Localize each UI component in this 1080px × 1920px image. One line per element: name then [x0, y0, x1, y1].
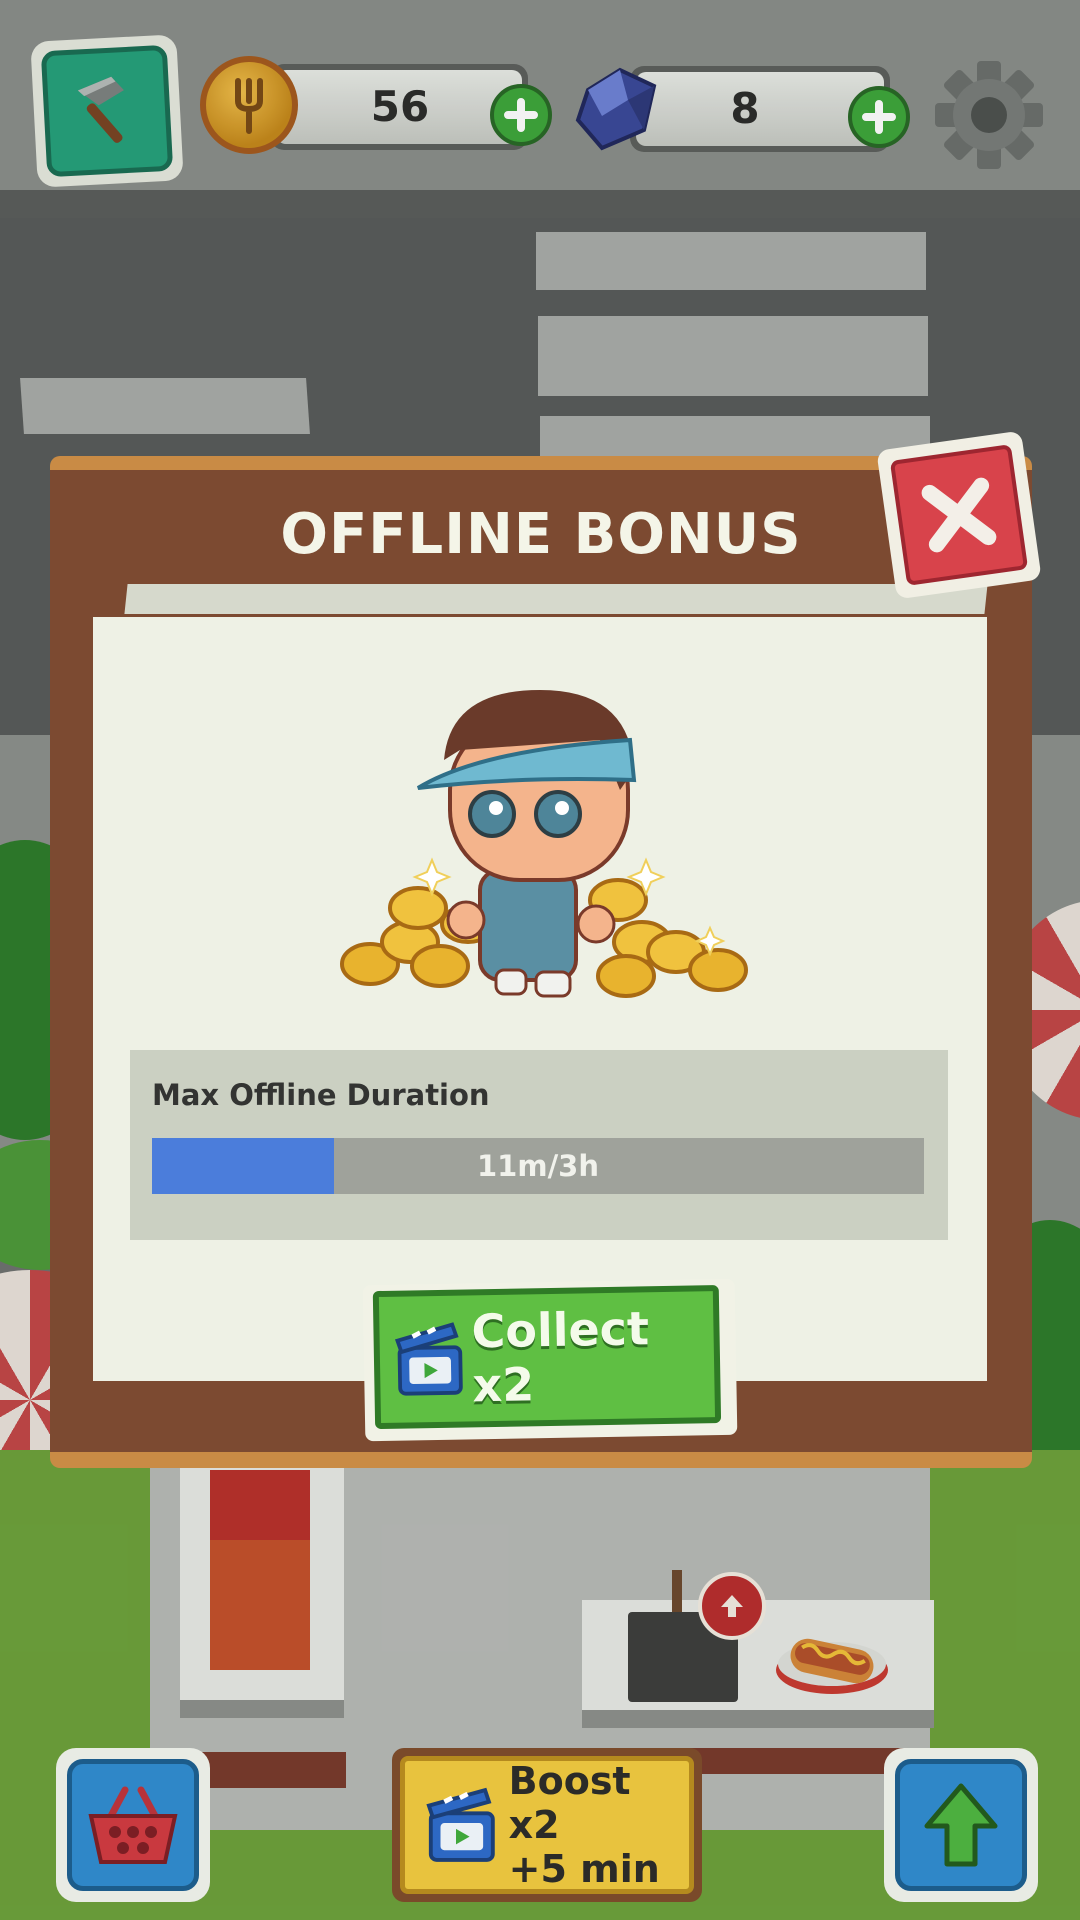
shop-button[interactable] — [56, 1748, 210, 1902]
boost-multiplier: Boost x2 — [508, 1759, 631, 1847]
chef-character-image — [340, 690, 748, 998]
duration-value: 11m/3h — [477, 1149, 599, 1183]
close-button-face — [889, 444, 1029, 586]
clapperboard-icon — [426, 1787, 495, 1862]
duration-label: Max Offline Duration — [152, 1078, 490, 1112]
close-button[interactable] — [876, 430, 1042, 600]
shop-button-face — [67, 1759, 199, 1891]
paper-edge — [124, 584, 988, 614]
boost-button-face: Boost x2 +5 min — [400, 1756, 694, 1894]
upgrade-button-face — [895, 1759, 1027, 1891]
boost-button[interactable]: Boost x2 +5 min — [392, 1748, 702, 1902]
boost-duration: +5 min — [508, 1847, 660, 1891]
arrow-up-icon — [924, 1783, 998, 1867]
close-icon — [921, 477, 997, 553]
collect-button-label: Collect x2 — [471, 1301, 650, 1413]
duration-progress-bar: 11m/3h — [152, 1138, 924, 1194]
boost-text: Boost x2 +5 min — [509, 1759, 689, 1891]
offline-duration-panel: Max Offline Duration 11m/3h — [130, 1050, 948, 1240]
upgrade-button[interactable] — [884, 1748, 1038, 1902]
basket-icon — [88, 1786, 178, 1864]
collect-button-face: Collect x2 — [372, 1285, 722, 1430]
clapperboard-icon — [394, 1322, 463, 1396]
collect-x2-button[interactable]: Collect x2 — [362, 1278, 738, 1442]
